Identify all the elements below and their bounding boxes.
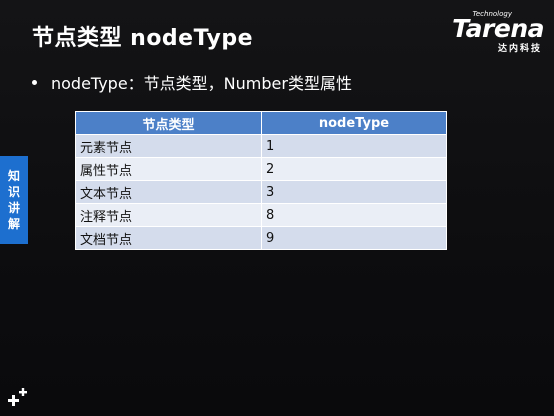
cell-type-value: 8 [261, 203, 447, 227]
cell-type-name: 注释节点 [75, 203, 262, 227]
table-row: 注释节点 8 [75, 203, 447, 227]
header-node-type-value: nodeType [261, 111, 447, 135]
bullet-dot-icon [32, 79, 37, 85]
slide-title: 节点类型 nodeType [32, 26, 254, 51]
cell-type-value: 9 [261, 226, 447, 250]
side-tab-knowledge[interactable]: 知 识 讲 解 [0, 156, 28, 244]
table-row: 文本节点 3 [75, 180, 447, 204]
side-tab-char: 识 [7, 185, 20, 199]
cell-type-name: 属性节点 [75, 157, 262, 181]
logo-sub-text: 达内科技 [497, 44, 542, 54]
table-row: 元素节点 1 [75, 134, 447, 158]
cell-type-value: 1 [261, 134, 447, 158]
side-tab-char: 知 [7, 169, 20, 183]
tarena-logo: Technology Tarena 达内科技 [446, 10, 546, 54]
table-row: 文档节点 9 [75, 226, 447, 250]
cell-type-value: 2 [261, 157, 447, 181]
table-header-row: 节点类型 nodeType [75, 111, 447, 135]
cell-type-value: 3 [261, 180, 447, 204]
plus-plus-icon [8, 388, 27, 406]
logo-main-text: Tarena [452, 14, 544, 43]
side-tab-char: 解 [7, 217, 20, 231]
bullet-text: nodeType：节点类型，Number类型属性 [51, 74, 352, 93]
cell-type-name: 元素节点 [75, 134, 262, 158]
header-node-type-name: 节点类型 [75, 111, 262, 135]
side-tab-char: 讲 [7, 201, 20, 215]
slide: 节点类型 nodeType Technology Tarena 达内科技 nod… [0, 0, 554, 416]
node-type-table: 节点类型 nodeType 元素节点 1 属性节点 2 文本节点 3 注释节点 … [75, 111, 447, 250]
cell-type-name: 文本节点 [75, 180, 262, 204]
table-row: 属性节点 2 [75, 157, 447, 181]
bullet-point: nodeType：节点类型，Number类型属性 [32, 70, 352, 94]
cell-type-name: 文档节点 [75, 226, 262, 250]
